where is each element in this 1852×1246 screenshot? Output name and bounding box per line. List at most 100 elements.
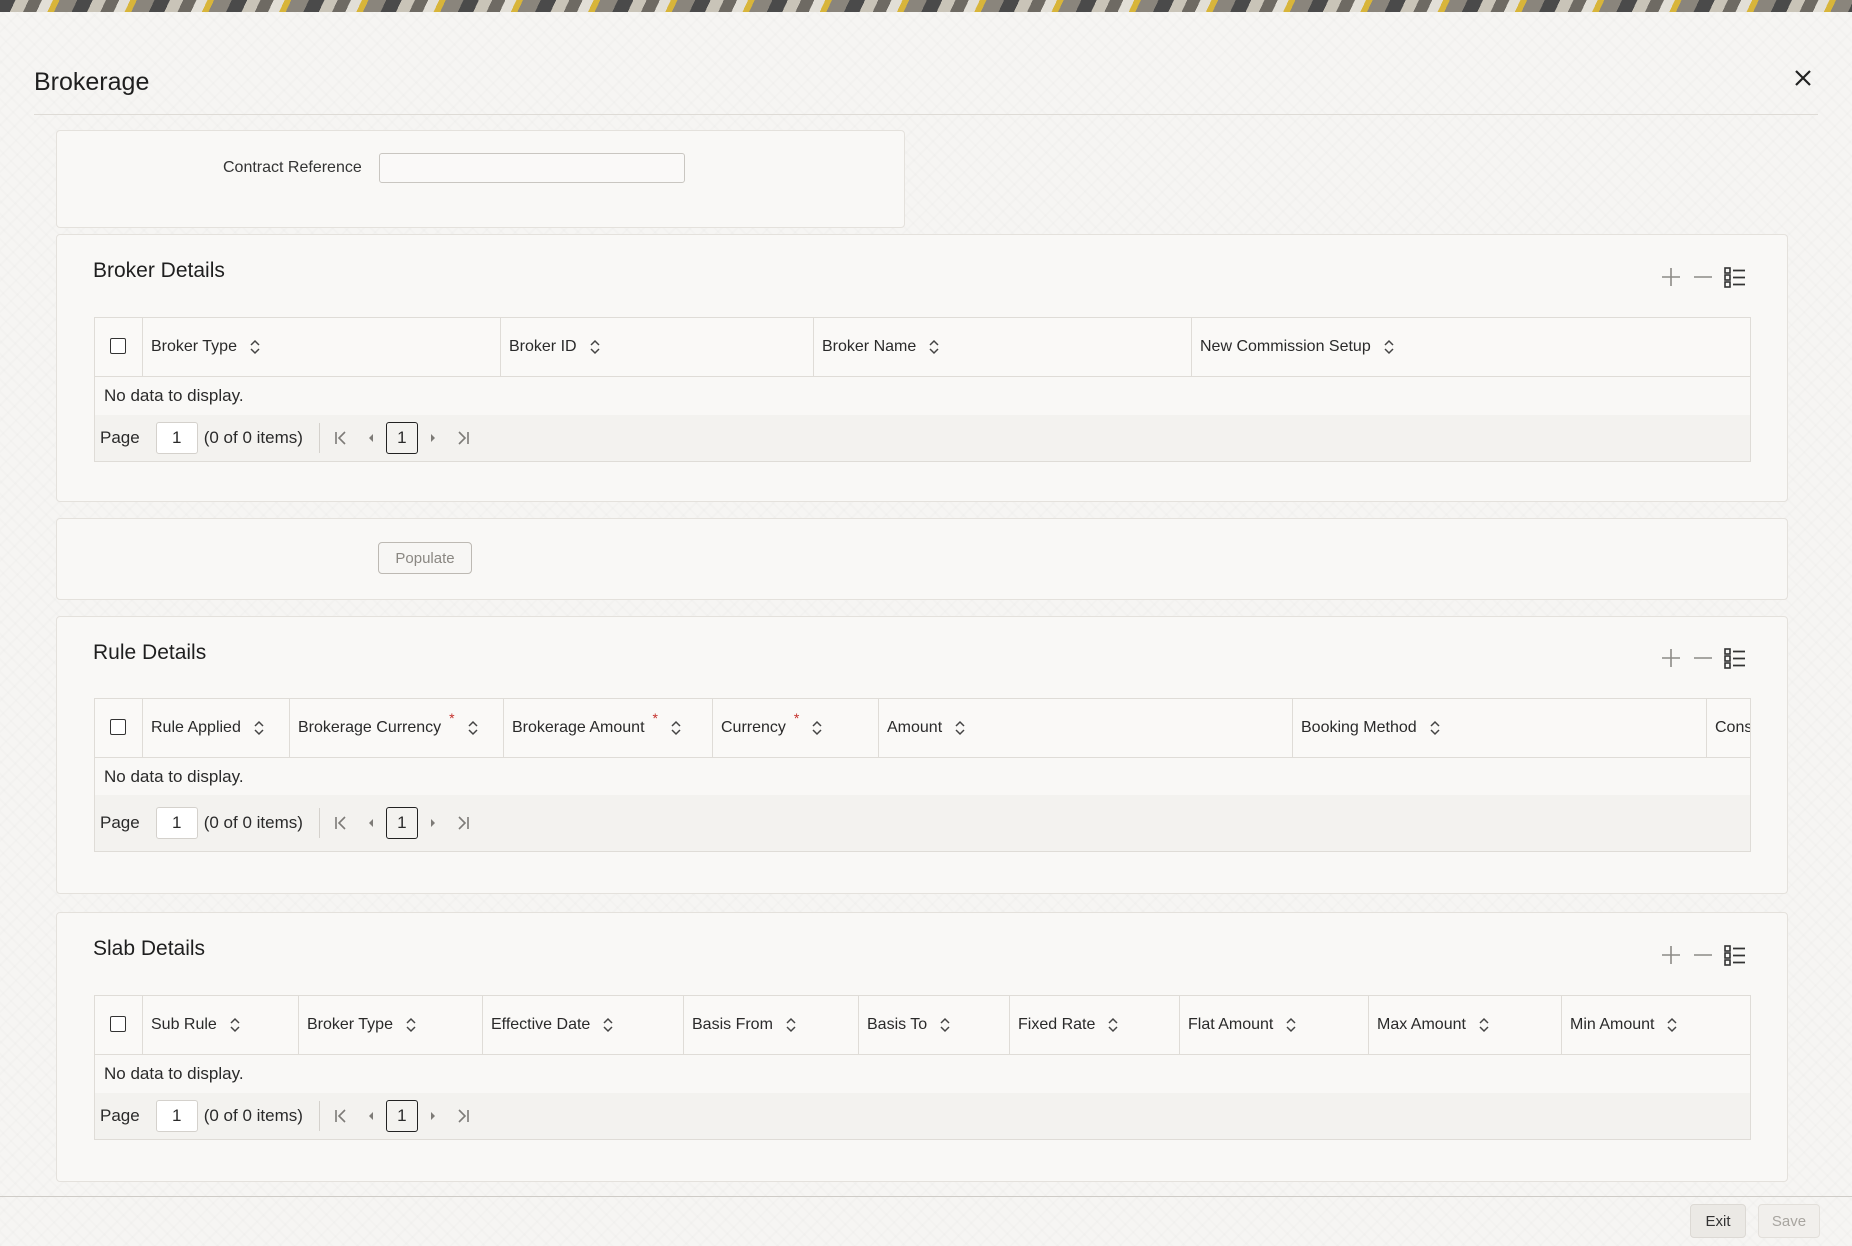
page-input[interactable]: 1 — [155, 422, 198, 454]
slab-details-table: Sub Rule Broker Type Effective Date Basi… — [94, 995, 1751, 1140]
populate-button[interactable]: Populate — [378, 542, 472, 574]
broker-details-toolbar — [1655, 263, 1751, 291]
slab-details-panel: Slab Details Sub Rule Broker Type Effect… — [56, 912, 1788, 1182]
column-flat-amount[interactable]: Flat Amount — [1180, 996, 1369, 1054]
empty-message: No data to display. — [104, 1064, 244, 1083]
last-page-icon[interactable] — [448, 423, 478, 453]
column-fixed-rate[interactable]: Fixed Rate — [1010, 996, 1180, 1054]
column-max-amount[interactable]: Max Amount — [1369, 996, 1562, 1054]
list-view-icon[interactable] — [1719, 644, 1751, 672]
sort-icon[interactable] — [229, 1017, 241, 1033]
current-page[interactable]: 1 — [385, 1100, 418, 1132]
column-amount[interactable]: Amount — [879, 699, 1293, 757]
next-page-icon[interactable] — [418, 423, 448, 453]
sort-icon[interactable] — [602, 1017, 614, 1033]
exit-button[interactable]: Exit — [1690, 1204, 1746, 1238]
column-cons[interactable]: Cons — [1707, 699, 1750, 757]
sort-icon[interactable] — [785, 1017, 797, 1033]
page-label: Page — [100, 1106, 140, 1125]
column-basis-to[interactable]: Basis To — [859, 996, 1010, 1054]
column-booking-method[interactable]: Booking Method — [1293, 699, 1707, 757]
pagination: Page 1 (0 of 0 items) 1 — [95, 1093, 1750, 1139]
column-brokerage-amount[interactable]: Brokerage Amount * — [504, 699, 713, 757]
sort-icon[interactable] — [939, 1017, 951, 1033]
last-page-icon[interactable] — [448, 808, 478, 838]
plus-icon[interactable] — [1655, 941, 1687, 969]
required-marker: * — [793, 710, 800, 726]
column-effective-date[interactable]: Effective Date — [483, 996, 684, 1054]
plus-icon[interactable] — [1655, 263, 1687, 291]
column-broker-name[interactable]: Broker Name — [814, 318, 1192, 376]
last-page-icon[interactable] — [448, 1101, 478, 1131]
column-brokerage-currency[interactable]: Brokerage Currency * — [290, 699, 504, 757]
pager-divider — [318, 1101, 320, 1131]
minus-icon[interactable] — [1687, 941, 1719, 969]
minus-icon[interactable] — [1687, 263, 1719, 291]
current-page[interactable]: 1 — [385, 807, 418, 839]
minus-icon[interactable] — [1687, 644, 1719, 672]
column-broker-type[interactable]: Broker Type — [299, 996, 483, 1054]
footer-divider — [0, 1196, 1852, 1197]
title-divider — [34, 114, 1818, 115]
first-page-icon[interactable] — [326, 808, 356, 838]
plus-icon[interactable] — [1655, 644, 1687, 672]
sort-icon[interactable] — [467, 720, 479, 736]
current-page[interactable]: 1 — [385, 422, 418, 454]
sort-icon[interactable] — [954, 720, 966, 736]
sort-icon[interactable] — [670, 720, 682, 736]
contract-panel: Contract Reference — [56, 130, 905, 228]
next-page-icon[interactable] — [418, 1101, 448, 1131]
page-input[interactable]: 1 — [155, 807, 198, 839]
select-all-column — [95, 699, 143, 757]
select-all-column — [95, 996, 143, 1054]
pagination: Page 1 (0 of 0 items) 1 — [95, 415, 1750, 461]
sort-icon[interactable] — [1429, 720, 1441, 736]
column-sub-rule[interactable]: Sub Rule — [143, 996, 299, 1054]
contract-reference-input[interactable] — [379, 153, 685, 183]
column-min-amount[interactable]: Min Amount — [1562, 996, 1750, 1054]
sort-icon[interactable] — [1383, 339, 1395, 355]
table-header: Broker Type Broker ID Broker Name New Co… — [95, 318, 1750, 377]
save-button[interactable]: Save — [1758, 1204, 1820, 1238]
sort-icon[interactable] — [249, 339, 261, 355]
column-rule-applied[interactable]: Rule Applied — [143, 699, 290, 757]
column-broker-id[interactable]: Broker ID — [501, 318, 814, 376]
first-page-icon[interactable] — [326, 423, 356, 453]
list-view-icon[interactable] — [1719, 263, 1751, 291]
sort-icon[interactable] — [589, 339, 601, 355]
rule-details-title: Rule Details — [93, 641, 207, 664]
populate-panel: Populate — [56, 518, 1788, 600]
first-page-icon[interactable] — [326, 1101, 356, 1131]
select-all-column — [95, 318, 143, 376]
list-view-icon[interactable] — [1719, 941, 1751, 969]
sort-icon[interactable] — [1666, 1017, 1678, 1033]
page-input[interactable]: 1 — [155, 1100, 198, 1132]
column-new-commission-setup[interactable]: New Commission Setup — [1192, 318, 1750, 376]
page-label: Page — [100, 813, 140, 832]
sort-icon[interactable] — [811, 720, 823, 736]
prev-page-icon[interactable] — [356, 1101, 386, 1131]
table-header: Sub Rule Broker Type Effective Date Basi… — [95, 996, 1750, 1055]
column-basis-from[interactable]: Basis From — [684, 996, 859, 1054]
item-count: (0 of 0 items) — [203, 813, 303, 832]
empty-message: No data to display. — [104, 386, 244, 405]
select-all-checkbox[interactable] — [110, 719, 126, 735]
prev-page-icon[interactable] — [356, 808, 386, 838]
rule-details-table: Rule Applied Brokerage Currency * Brokera… — [94, 698, 1751, 852]
column-currency[interactable]: Currency * — [713, 699, 879, 757]
sort-icon[interactable] — [928, 339, 940, 355]
next-page-icon[interactable] — [418, 808, 448, 838]
select-all-checkbox[interactable] — [110, 338, 126, 354]
close-icon[interactable] — [1790, 66, 1816, 92]
prev-page-icon[interactable] — [356, 423, 386, 453]
select-all-checkbox[interactable] — [110, 1016, 126, 1032]
header-banner — [0, 0, 1852, 12]
sort-icon[interactable] — [1478, 1017, 1490, 1033]
contract-reference-label: Contract Reference — [223, 159, 362, 176]
sort-icon[interactable] — [253, 720, 265, 736]
column-broker-type[interactable]: Broker Type — [143, 318, 501, 376]
item-count: (0 of 0 items) — [203, 1106, 303, 1125]
sort-icon[interactable] — [405, 1017, 417, 1033]
sort-icon[interactable] — [1107, 1017, 1119, 1033]
sort-icon[interactable] — [1285, 1017, 1297, 1033]
